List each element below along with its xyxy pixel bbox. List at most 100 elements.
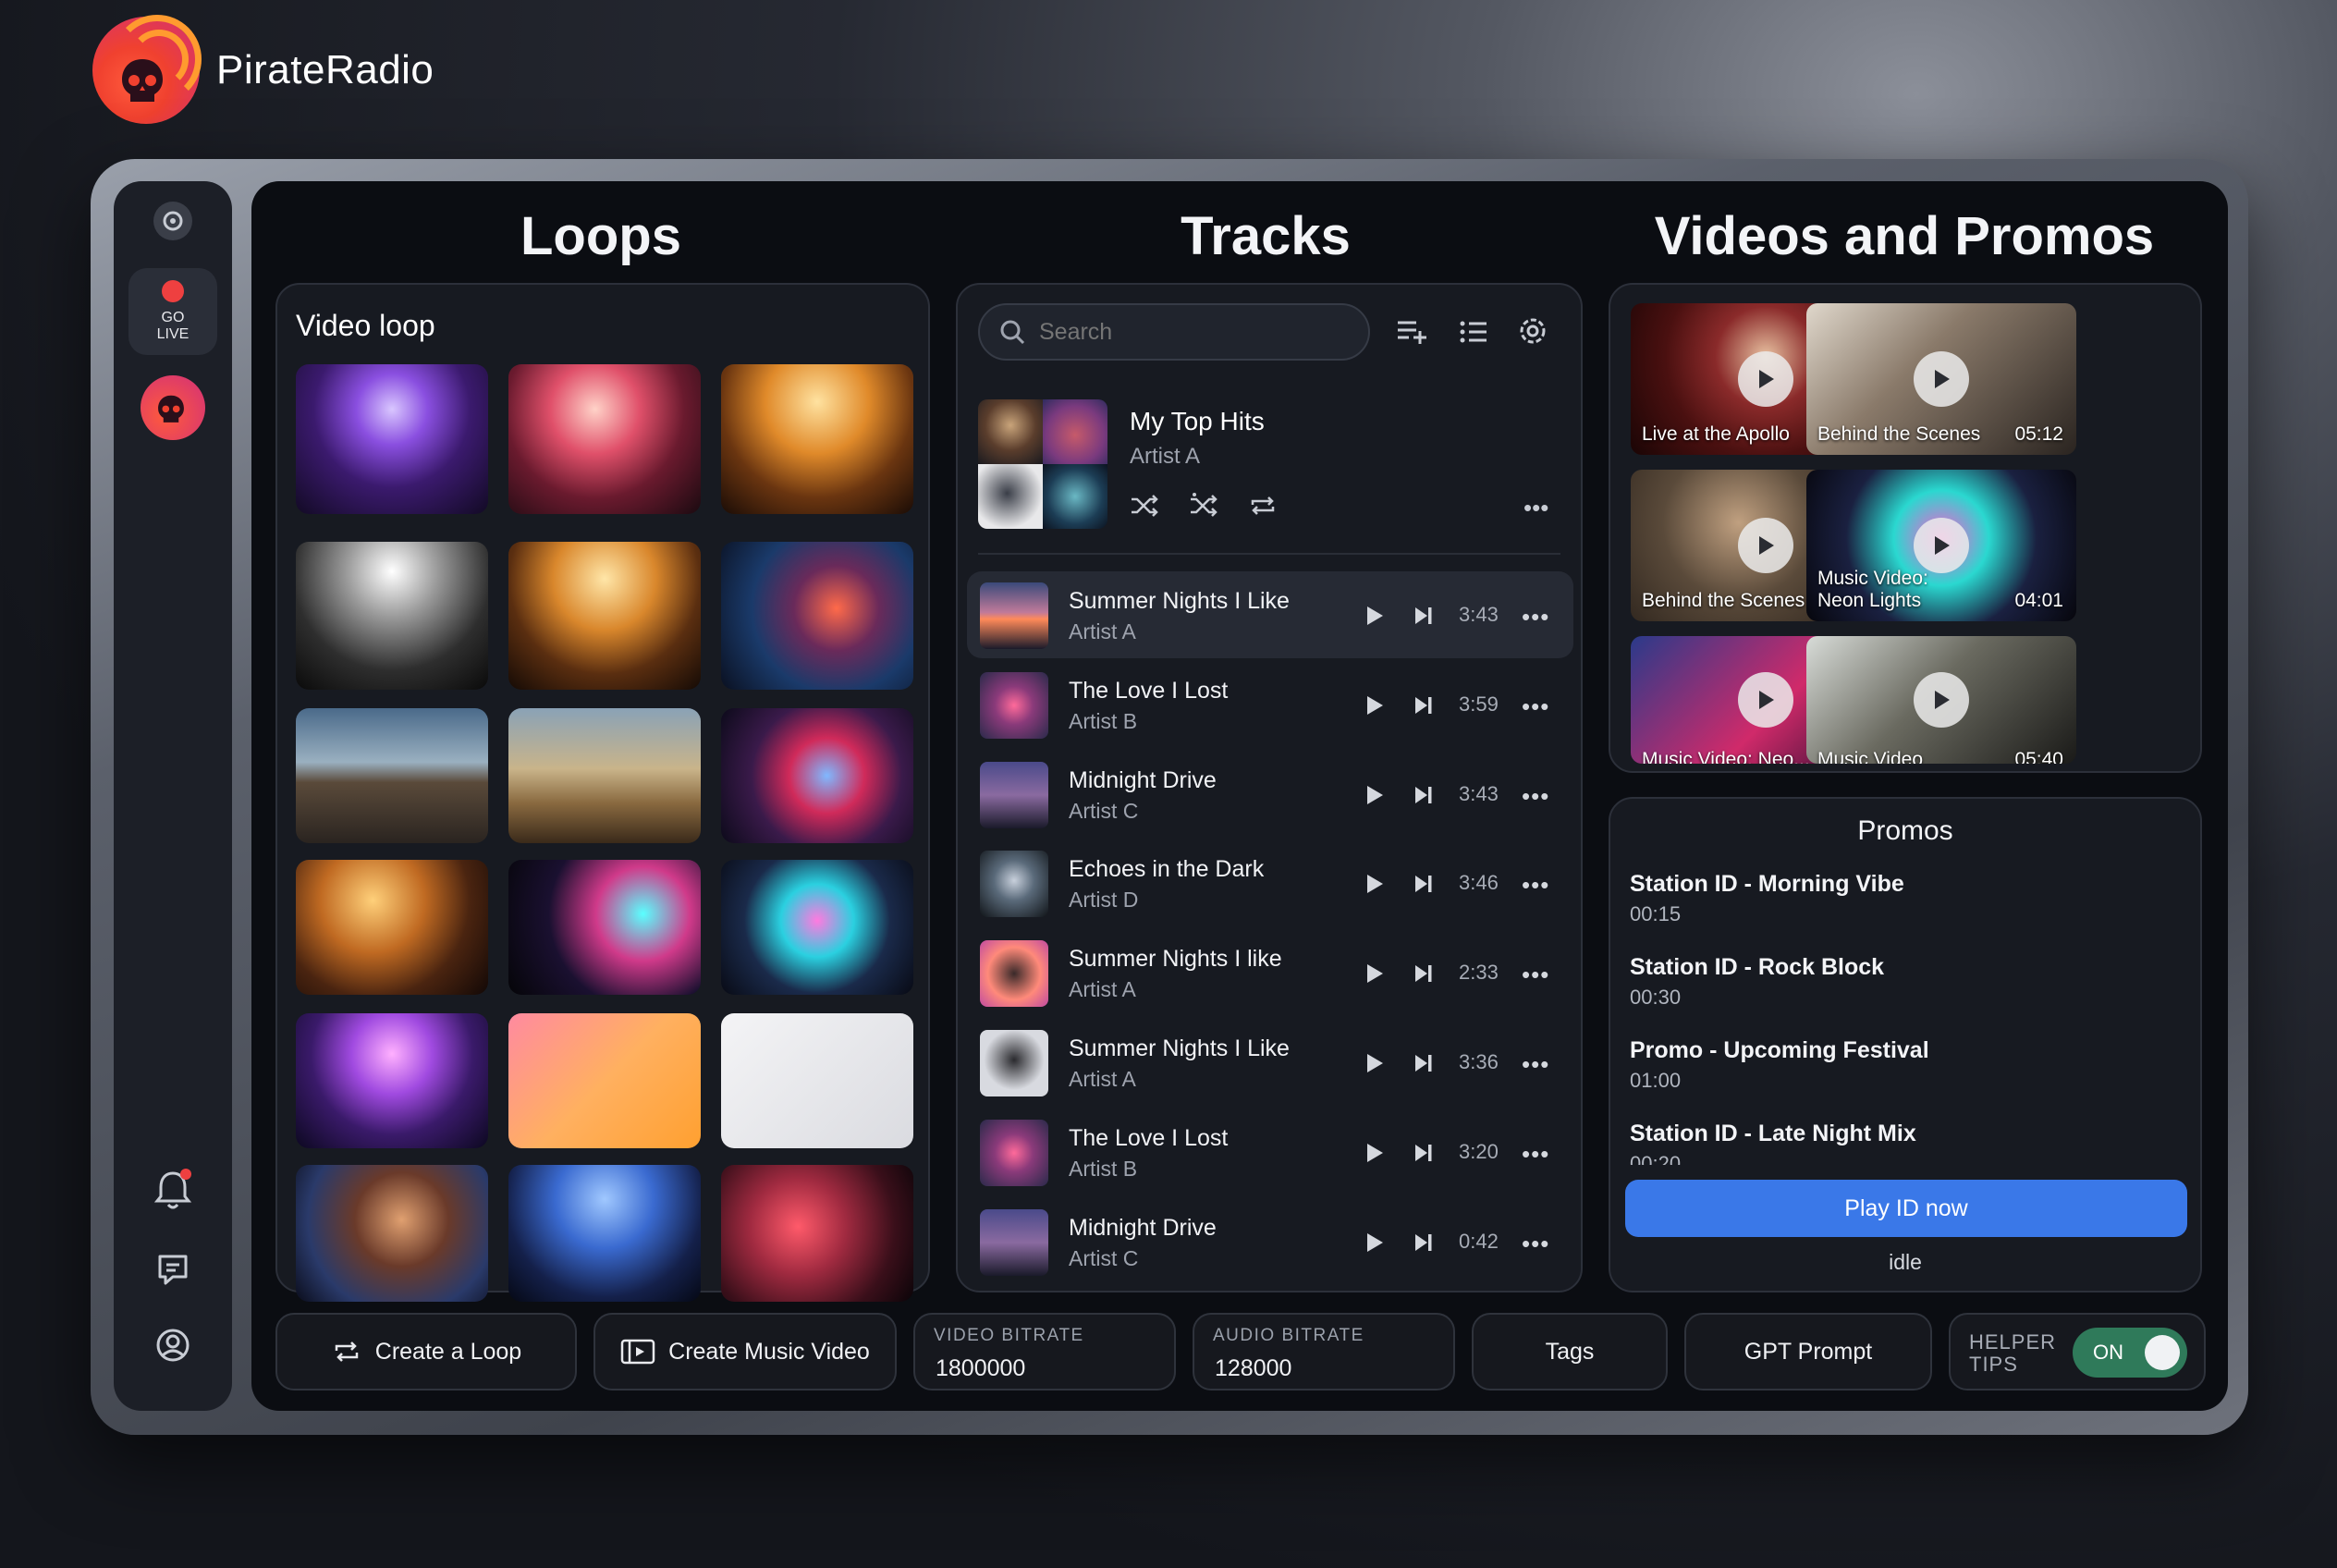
track-title: Midnight Drive bbox=[1069, 766, 1217, 793]
list-view-icon[interactable] bbox=[1459, 318, 1488, 350]
track-duration: 3:46 bbox=[1459, 871, 1499, 895]
play-icon[interactable] bbox=[1364, 1052, 1385, 1074]
skip-next-icon[interactable] bbox=[1413, 962, 1435, 985]
tags-button[interactable]: Tags bbox=[1472, 1313, 1668, 1390]
concert-blue-red-thumb[interactable] bbox=[721, 542, 913, 690]
promo-title[interactable]: Station ID - Late Night Mix bbox=[1630, 1121, 1916, 1147]
crowd-blue-thumb[interactable] bbox=[508, 1165, 701, 1302]
promo-title[interactable]: Station ID - Rock Block bbox=[1630, 954, 1884, 981]
loops-title: Loops bbox=[520, 206, 681, 266]
pirate-radio-icon[interactable] bbox=[128, 375, 217, 440]
concert-orange-thumb[interactable] bbox=[721, 364, 913, 514]
video-play-icon[interactable] bbox=[1738, 672, 1793, 728]
play-icon[interactable] bbox=[1364, 962, 1385, 985]
video-thumbnail[interactable]: Music Video 05:40 bbox=[1806, 636, 2076, 764]
add-to-queue-icon[interactable] bbox=[1396, 318, 1427, 350]
concert-purple-thumb[interactable] bbox=[296, 364, 488, 514]
track-row[interactable]: The Love I Lost Artist B 3:59 ••• bbox=[967, 661, 1573, 748]
video-thumbnail[interactable]: Music Video: Neon Lights 04:01 bbox=[1806, 470, 2076, 621]
track-row[interactable]: Summer Nights I Like Artist A 3:36 ••• bbox=[967, 1019, 1573, 1106]
play-icon[interactable] bbox=[1364, 694, 1385, 717]
track-row[interactable]: The Love I Lost Artist B 3:20 ••• bbox=[967, 1109, 1573, 1195]
promo-title[interactable]: Promo - Upcoming Festival bbox=[1630, 1037, 1929, 1064]
concert-gold-thumb[interactable] bbox=[508, 542, 701, 690]
neon-waves-thumb[interactable] bbox=[508, 860, 701, 995]
skip-next-icon[interactable] bbox=[1413, 1052, 1435, 1074]
track-more-icon[interactable]: ••• bbox=[1522, 1050, 1549, 1079]
hills-landscape-thumb[interactable] bbox=[508, 708, 701, 843]
video-play-icon[interactable] bbox=[1914, 518, 1969, 573]
tracks-settings-icon[interactable] bbox=[1518, 316, 1548, 350]
gpt-prompt-button[interactable]: GPT Prompt bbox=[1684, 1313, 1932, 1390]
video-play-icon[interactable] bbox=[1738, 518, 1793, 573]
track-row[interactable]: Midnight Drive Artist C 0:42 ••• bbox=[967, 1198, 1573, 1285]
user-profile-icon[interactable] bbox=[128, 1322, 217, 1368]
divider bbox=[978, 553, 1560, 555]
helper-tips-toggle[interactable]: ON bbox=[2073, 1328, 2187, 1378]
chat-icon[interactable] bbox=[128, 1246, 217, 1292]
video-thumbnail[interactable]: Behind the Scenes 05:12 bbox=[1806, 303, 2076, 455]
promo-title[interactable]: Station ID - Morning Vibe bbox=[1630, 871, 1904, 898]
smart-shuffle-icon[interactable] bbox=[1189, 492, 1218, 524]
road-landscape-thumb[interactable] bbox=[296, 708, 488, 843]
audio-bitrate-value[interactable]: 128000 bbox=[1215, 1355, 1291, 1382]
video-play-icon[interactable] bbox=[1914, 351, 1969, 407]
track-more-icon[interactable]: ••• bbox=[1522, 692, 1549, 721]
track-row[interactable]: Summer Nights I like Artist A 2:33 ••• bbox=[967, 929, 1573, 1016]
repeat-icon[interactable] bbox=[1248, 492, 1278, 524]
create-loop-button[interactable]: Create a Loop bbox=[275, 1313, 577, 1390]
video-bitrate-value[interactable]: 1800000 bbox=[936, 1355, 1025, 1382]
track-artist: Artist C bbox=[1069, 1245, 1139, 1270]
skip-next-icon[interactable] bbox=[1413, 605, 1435, 627]
track-row[interactable]: Echoes in the Dark Artist D 3:46 ••• bbox=[967, 839, 1573, 926]
concert-violet-thumb[interactable] bbox=[296, 1013, 488, 1148]
shuffle-icon[interactable] bbox=[1130, 492, 1159, 524]
neon-lights-thumb[interactable] bbox=[721, 860, 913, 995]
play-icon[interactable] bbox=[1364, 605, 1385, 627]
track-more-icon[interactable]: ••• bbox=[1522, 871, 1549, 900]
video-play-icon[interactable] bbox=[1738, 351, 1793, 407]
skip-next-icon[interactable] bbox=[1413, 1231, 1435, 1254]
track-title: Midnight Drive bbox=[1069, 1214, 1217, 1241]
skip-next-icon[interactable] bbox=[1413, 873, 1435, 895]
singer-orange-thumb[interactable] bbox=[508, 1013, 701, 1148]
track-artwork bbox=[980, 1208, 1048, 1276]
search-box[interactable] bbox=[978, 303, 1370, 361]
concert-bw-thumb[interactable] bbox=[296, 542, 488, 690]
track-more-icon[interactable]: ••• bbox=[1522, 1230, 1549, 1258]
track-more-icon[interactable]: ••• bbox=[1522, 961, 1549, 989]
create-music-video-button[interactable]: Create Music Video bbox=[593, 1313, 897, 1390]
play-icon[interactable] bbox=[1364, 873, 1385, 895]
track-row[interactable]: Summer Nights I Like Artist A 3:43 ••• bbox=[967, 571, 1573, 658]
singer-white-thumb[interactable] bbox=[721, 1013, 913, 1148]
skip-next-icon[interactable] bbox=[1413, 1142, 1435, 1164]
video-bitrate-field[interactable]: VIDEO BITRATE 1800000 bbox=[913, 1313, 1176, 1390]
play-icon[interactable] bbox=[1364, 1142, 1385, 1164]
video-play-icon[interactable] bbox=[1914, 672, 1969, 728]
playlist-more-icon[interactable]: ••• bbox=[1523, 494, 1548, 522]
audio-bitrate-field[interactable]: AUDIO BITRATE 128000 bbox=[1193, 1313, 1455, 1390]
dreadlocks-singer-thumb[interactable] bbox=[296, 1165, 488, 1302]
track-title: Echoes in the Dark bbox=[1069, 856, 1265, 883]
neon-orb-thumb[interactable] bbox=[721, 708, 913, 843]
play-id-now-button[interactable]: Play ID now bbox=[1625, 1180, 2187, 1237]
settings-icon[interactable] bbox=[128, 200, 217, 242]
play-icon[interactable] bbox=[1364, 1231, 1385, 1254]
play-icon[interactable] bbox=[1364, 784, 1385, 806]
search-input[interactable] bbox=[1039, 318, 1353, 346]
concert-red-thumb[interactable] bbox=[508, 364, 701, 514]
go-live-button[interactable]: GO LIVE bbox=[128, 268, 217, 355]
promo-duration: 01:00 bbox=[1630, 1069, 1682, 1092]
track-more-icon[interactable]: ••• bbox=[1522, 1140, 1549, 1169]
audio-bitrate-label: AUDIO BITRATE bbox=[1213, 1326, 1364, 1345]
track-more-icon[interactable]: ••• bbox=[1522, 603, 1549, 631]
track-row[interactable]: Midnight Drive Artist C 3:43 ••• bbox=[967, 751, 1573, 838]
crowd-orange-thumb[interactable] bbox=[296, 860, 488, 995]
skip-next-icon[interactable] bbox=[1413, 784, 1435, 806]
track-more-icon[interactable]: ••• bbox=[1522, 782, 1549, 811]
notifications-bell-icon[interactable] bbox=[128, 1167, 217, 1213]
promos-title: Promos bbox=[1857, 815, 1953, 846]
track-title: Summer Nights I like bbox=[1069, 946, 1282, 973]
singer-red-thumb[interactable] bbox=[721, 1165, 913, 1302]
skip-next-icon[interactable] bbox=[1413, 694, 1435, 717]
